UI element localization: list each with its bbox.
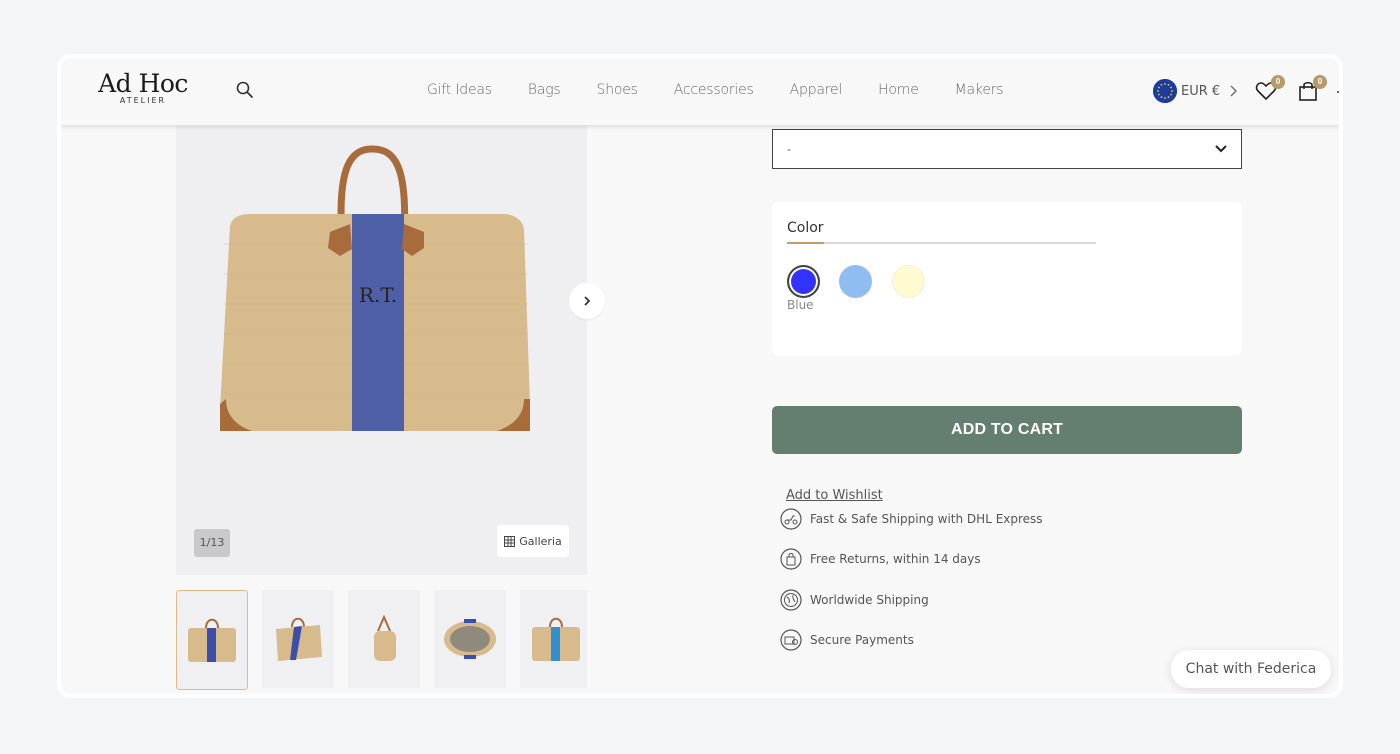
next-image-button[interactable] <box>569 283 605 319</box>
galleria-button[interactable]: Galleria <box>497 525 569 557</box>
grid-icon <box>504 535 516 547</box>
add-to-wishlist-link[interactable]: Add to Wishlist <box>786 488 883 503</box>
thumbnail[interactable] <box>520 590 587 688</box>
currency-label: EUR € <box>1181 83 1221 99</box>
feature-text: Fast & Safe Shipping with DHL Express <box>810 512 1043 526</box>
nav-gift-ideas[interactable]: Gift Ideas <box>427 82 492 98</box>
thumbnail-bag-image <box>374 614 396 661</box>
feature-text: Free Returns, within 14 days <box>810 552 981 566</box>
nav-home[interactable]: Home <box>878 82 919 98</box>
eu-flag-icon <box>1153 79 1177 103</box>
shopping-bag-return-icon <box>780 548 802 570</box>
nav-bags[interactable]: Bags <box>528 82 561 98</box>
secure-payment-icon <box>780 629 802 651</box>
logo-main: Ad Hoc <box>98 69 188 98</box>
header-overflow-dot <box>1337 91 1339 93</box>
variant-select-value: - <box>787 142 791 156</box>
monogram-text: R.T. <box>359 283 397 307</box>
thumbnail[interactable] <box>348 590 420 688</box>
globe-icon <box>780 589 802 611</box>
color-divider <box>787 242 1096 244</box>
color-picker-card: Color Blue <box>772 202 1242 355</box>
chevron-down-icon <box>1215 145 1227 153</box>
thumbnail[interactable] <box>434 590 506 688</box>
wishlist-button[interactable]: 0 <box>1255 75 1285 104</box>
product-image-bag: R.T. <box>220 145 530 431</box>
galleria-label: Galleria <box>519 534 562 548</box>
nav-makers[interactable]: Makers <box>955 82 1004 98</box>
color-swatch-blue[interactable] <box>787 265 820 298</box>
logo[interactable]: Ad Hoc ATELIER <box>97 69 189 106</box>
thumbnail[interactable] <box>176 590 248 690</box>
feature-worldwide: Worldwide Shipping <box>780 589 929 611</box>
color-swatch-light-blue[interactable] <box>839 265 872 298</box>
chat-button[interactable]: Chat with Federica <box>1171 650 1331 688</box>
cart-count-badge: 0 <box>1313 75 1327 89</box>
add-to-cart-button[interactable]: ADD TO CART <box>772 406 1242 454</box>
product-image-viewer[interactable]: R.T. 1/13 Galleria <box>176 126 605 575</box>
thumbnail-bag-image <box>188 618 236 662</box>
feature-returns: Free Returns, within 14 days <box>780 548 981 570</box>
color-swatch-cream[interactable] <box>892 265 925 298</box>
feature-text: Worldwide Shipping <box>810 593 929 607</box>
thumbnail-bag-image <box>276 617 322 661</box>
site-header: Ad Hoc ATELIER Gift Ideas Bags Shoes Acc… <box>61 58 1339 126</box>
cart-button[interactable]: 0 <box>1297 75 1327 104</box>
wishlist-count-badge: 0 <box>1271 75 1285 89</box>
chevron-right-icon <box>1230 85 1238 97</box>
color-divider-accent <box>787 242 824 244</box>
nav-shoes[interactable]: Shoes <box>597 82 638 98</box>
color-title: Color <box>787 220 824 236</box>
variant-select[interactable]: - <box>772 129 1242 169</box>
nav-apparel[interactable]: Apparel <box>790 82 843 98</box>
thumbnail-bag-image <box>444 619 496 659</box>
search-icon[interactable] <box>235 80 255 100</box>
thumbnail-strip <box>176 590 587 690</box>
feature-text: Secure Payments <box>810 633 914 647</box>
nav-accessories[interactable]: Accessories <box>674 82 754 98</box>
delivery-scooter-icon <box>780 508 802 530</box>
selected-color-label: Blue <box>787 298 814 312</box>
thumbnail-bag-image <box>532 617 580 661</box>
chevron-right-icon <box>584 296 591 306</box>
feature-secure-payments: Secure Payments <box>780 629 914 651</box>
thumbnail[interactable] <box>262 590 334 688</box>
currency-selector[interactable]: EUR € <box>1153 79 1238 103</box>
product-page: Ad Hoc ATELIER Gift Ideas Bags Shoes Acc… <box>61 58 1339 694</box>
feature-shipping: Fast & Safe Shipping with DHL Express <box>780 508 1043 530</box>
browser-window: Ad Hoc ATELIER Gift Ideas Bags Shoes Acc… <box>57 54 1343 698</box>
image-counter: 1/13 <box>194 529 230 557</box>
main-nav: Gift Ideas Bags Shoes Accessories Appare… <box>427 82 1039 98</box>
